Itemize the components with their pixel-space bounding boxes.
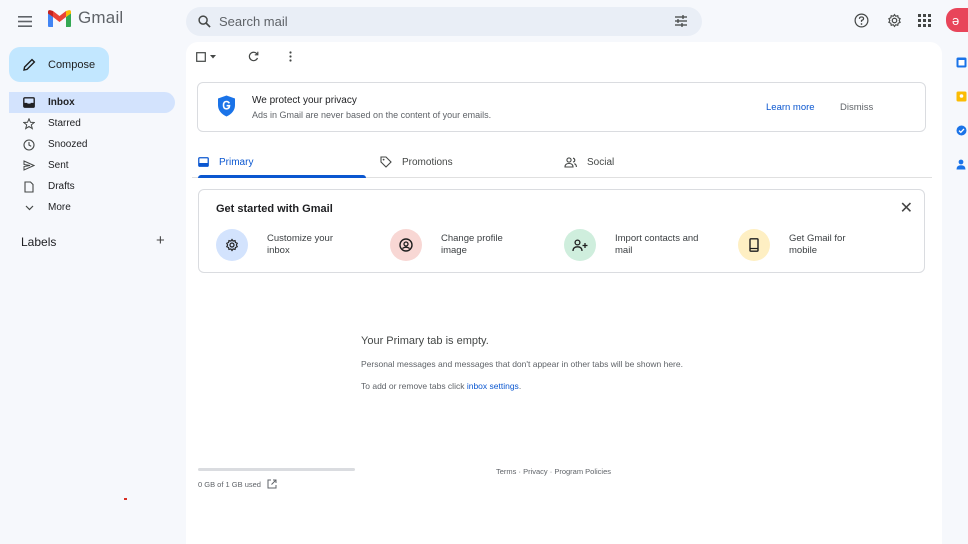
- sidebar-item-starred[interactable]: Starred: [9, 113, 175, 134]
- sidebar-item-label: Inbox: [48, 97, 75, 108]
- apps-grid-icon: [917, 13, 931, 27]
- more-options-icon[interactable]: [289, 51, 292, 62]
- empty-state-message: Personal messages and messages that don'…: [361, 359, 683, 369]
- learn-more-link[interactable]: Learn more: [766, 102, 815, 113]
- mail-toolbar: [196, 51, 292, 62]
- settings-icon: [216, 229, 248, 261]
- calendar-icon[interactable]: [955, 56, 967, 68]
- sidebar-item-label: More: [48, 202, 71, 213]
- main-panel: We protect your privacy Ads in Gmail are…: [186, 42, 942, 544]
- contacts-icon[interactable]: [955, 158, 967, 170]
- pencil-icon: [23, 58, 36, 71]
- privacy-title: We protect your privacy: [252, 95, 357, 106]
- create-label-button[interactable]: +: [156, 232, 165, 249]
- sidebar-item-more[interactable]: More: [9, 197, 175, 218]
- inbox-icon: [198, 157, 209, 167]
- hint-suffix: .: [518, 381, 522, 391]
- gs-label: Get Gmail for mobile: [789, 233, 846, 256]
- category-tabs: Primary Promotions Social: [192, 146, 932, 178]
- avatar-initial: ə: [952, 12, 960, 28]
- search-icon[interactable]: [198, 15, 211, 28]
- select-all-checkbox[interactable]: [196, 51, 216, 62]
- labels-heading: Labels: [21, 235, 57, 249]
- tag-icon: [380, 156, 392, 168]
- change-profile-image-item[interactable]: Change profile image: [390, 229, 527, 261]
- empty-state-title: Your Primary tab is empty.: [361, 335, 489, 347]
- sidebar-item-label: Sent: [48, 160, 69, 171]
- gmail-m-icon: [48, 9, 71, 27]
- gmail-logo[interactable]: Gmail: [47, 8, 123, 28]
- sidebar-item-label: Starred: [48, 118, 81, 129]
- help-icon: [854, 13, 868, 27]
- refresh-icon[interactable]: [248, 51, 259, 62]
- tasks-icon[interactable]: [955, 124, 967, 136]
- people-icon: [564, 156, 577, 168]
- gear-icon: [887, 13, 901, 27]
- sidebar-item-label: Drafts: [48, 181, 75, 192]
- sidebar-item-inbox[interactable]: Inbox: [9, 92, 175, 113]
- tab-label: Promotions: [402, 156, 453, 168]
- keep-icon[interactable]: [955, 90, 967, 102]
- star-icon: [23, 117, 35, 130]
- import-contacts-item[interactable]: Import contacts and mail: [564, 229, 701, 261]
- tab-promotions[interactable]: Promotions: [380, 146, 453, 178]
- main-menu-button[interactable]: [14, 10, 36, 32]
- clock-icon: [23, 138, 35, 151]
- phone-icon: [738, 229, 770, 261]
- search-options-icon[interactable]: [674, 14, 688, 28]
- inbox-settings-link[interactable]: inbox settings: [467, 381, 519, 391]
- settings-button[interactable]: [885, 11, 903, 29]
- compose-label: Compose: [48, 58, 96, 71]
- storage-usage-text: 0 GB of 1 GB used: [198, 479, 261, 489]
- active-tab-indicator: [198, 175, 366, 178]
- compose-button[interactable]: Compose: [9, 47, 109, 82]
- sidebar-item-sent[interactable]: Sent: [9, 155, 175, 176]
- dismiss-button[interactable]: Dismiss: [840, 102, 873, 113]
- external-link-icon[interactable]: [267, 479, 277, 489]
- get-started-title: Get started with Gmail: [216, 203, 333, 215]
- get-started-card: Get started with Gmail ✕ Customize your …: [198, 189, 925, 273]
- footer-links[interactable]: Terms · Privacy · Program Policies: [496, 467, 611, 476]
- privacy-banner: We protect your privacy Ads in Gmail are…: [197, 82, 926, 132]
- draft-icon: [23, 180, 35, 193]
- gs-label: Import contacts and mail: [615, 233, 699, 256]
- inbox-icon: [23, 97, 35, 109]
- tab-primary[interactable]: Primary: [198, 146, 366, 178]
- search-input[interactable]: [219, 14, 659, 29]
- tab-label: Social: [587, 156, 615, 168]
- search-bar[interactable]: [186, 7, 702, 36]
- empty-state-hint: To add or remove tabs click inbox settin…: [361, 381, 521, 391]
- sidebar-item-label: Snoozed: [48, 139, 88, 150]
- gs-label: Customize your inbox: [267, 233, 333, 256]
- chevron-down-icon: [23, 202, 35, 214]
- tab-label: Primary: [219, 156, 254, 168]
- decorative-mark: [124, 498, 127, 500]
- close-icon[interactable]: ✕: [900, 198, 913, 218]
- account-avatar[interactable]: ə: [946, 8, 968, 32]
- customize-inbox-item[interactable]: Customize your inbox: [216, 229, 353, 261]
- hamburger-menu-icon: [18, 15, 32, 27]
- gs-label: Change profile image: [441, 233, 503, 256]
- shield-icon: [218, 95, 235, 117]
- help-button[interactable]: [852, 11, 870, 29]
- get-gmail-mobile-item[interactable]: Get Gmail for mobile: [738, 229, 875, 261]
- storage-usage: 0 GB of 1 GB used: [198, 479, 277, 489]
- caret-down-icon: [210, 54, 216, 58]
- privacy-subtitle: Ads in Gmail are never based on the cont…: [252, 110, 492, 120]
- profile-icon: [390, 229, 422, 261]
- tab-social[interactable]: Social: [564, 146, 614, 178]
- sidebar-nav: Inbox Starred Snoozed Sent Drafts More: [9, 92, 175, 218]
- checkbox-icon: [196, 51, 206, 62]
- add-contact-icon: [564, 229, 596, 261]
- send-icon: [23, 160, 35, 172]
- app-name: Gmail: [78, 8, 124, 27]
- apps-button[interactable]: [915, 11, 933, 29]
- storage-usage-bar: [198, 468, 355, 471]
- hint-text: To add or remove tabs click: [361, 381, 467, 391]
- sidebar-item-drafts[interactable]: Drafts: [9, 176, 175, 197]
- sidebar-item-snoozed[interactable]: Snoozed: [9, 134, 175, 155]
